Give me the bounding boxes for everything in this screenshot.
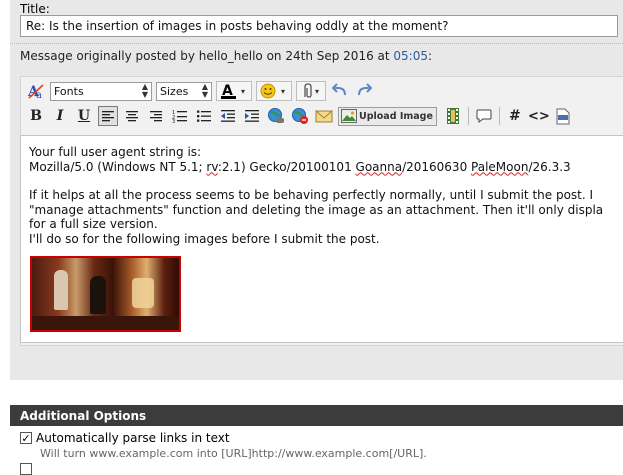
size-select[interactable]: Sizes ▲ ▼	[156, 81, 212, 101]
additional-options-header: Additional Options	[10, 405, 623, 426]
message-line: If it helps at all the process seems to …	[29, 188, 594, 202]
html-icon[interactable]: <>	[528, 106, 550, 126]
align-right-icon[interactable]	[146, 106, 166, 126]
align-left-icon[interactable]	[98, 106, 118, 126]
toolbar-separator	[498, 107, 500, 125]
inserted-image-thumbnail[interactable]	[30, 256, 181, 332]
original-post-prefix: Message originally posted by hello_hello…	[20, 49, 394, 63]
bold-icon[interactable]: B	[26, 106, 46, 126]
code-icon[interactable]: #	[505, 106, 525, 126]
svg-text:3: 3	[172, 119, 175, 123]
title-input[interactable]	[20, 15, 618, 37]
attachment-select[interactable]: ▾	[296, 81, 326, 101]
ordered-list-icon[interactable]: 123	[170, 106, 190, 126]
insert-video-icon[interactable]	[443, 106, 463, 126]
underline-icon[interactable]: U	[74, 106, 94, 126]
svg-text:▾: ▾	[315, 87, 319, 96]
code-label: #	[509, 108, 521, 124]
redo-icon[interactable]	[354, 81, 374, 101]
unordered-list-icon[interactable]	[194, 106, 214, 126]
message-textarea[interactable]: Your full user agent string is: Mozilla/…	[20, 135, 623, 343]
indent-icon[interactable]	[242, 106, 262, 126]
editor-toolbar-top: Aa Fonts ▲ ▼ Sizes ▲ ▼ A ▾ ▾ ▾	[26, 80, 378, 102]
quote-icon[interactable]	[474, 106, 494, 126]
undo-icon[interactable]	[330, 81, 350, 101]
original-post-info: Message originally posted by hello_hello…	[20, 49, 432, 63]
message-line: Your full user agent string is:	[29, 145, 202, 159]
font-select[interactable]: Fonts ▲ ▼	[50, 81, 152, 101]
remove-format-icon[interactable]: Aa	[26, 81, 46, 101]
editor-toolbar-bottom: B I U 123 Upload Image # <>	[26, 105, 577, 127]
chevron-updown-icon: ▲ ▼	[201, 82, 208, 99]
next-option	[20, 463, 36, 475]
message-line: I'll do so for the following images befo…	[29, 231, 380, 246]
upload-image-button[interactable]: Upload Image	[338, 106, 437, 126]
insert-link-icon[interactable]	[266, 106, 286, 126]
parse-links-option: ✓ Automatically parse links in text	[20, 431, 230, 445]
additional-options-heading: Additional Options	[20, 408, 147, 423]
title-label: Title:	[20, 2, 50, 16]
html-label: <>	[528, 108, 550, 124]
parse-links-description: Will turn www.example.com into [URL]http…	[40, 447, 427, 460]
original-post-time: 05:05	[393, 49, 428, 63]
remove-link-icon[interactable]	[290, 106, 310, 126]
message-line: for a full size version.	[29, 217, 158, 231]
text-color-select[interactable]: A ▾	[216, 81, 252, 101]
italic-icon[interactable]: I	[50, 106, 70, 126]
smiley-select[interactable]: ▾	[256, 81, 292, 101]
svg-text:▾: ▾	[241, 87, 245, 96]
toolbar-separator	[467, 107, 469, 125]
message-line: Mozilla/5.0 (Windows NT 5.1; rv:2.1) Gec…	[29, 159, 571, 174]
message-line: "manage attachments" function and deleti…	[29, 202, 604, 217]
email-icon[interactable]	[314, 106, 334, 126]
parse-links-checkbox[interactable]: ✓	[20, 432, 32, 444]
upload-image-label: Upload Image	[359, 110, 433, 122]
php-icon[interactable]	[553, 106, 573, 126]
font-select-label: Fonts	[54, 84, 84, 98]
svg-text:▾: ▾	[281, 87, 285, 96]
outdent-icon[interactable]	[218, 106, 238, 126]
divider	[10, 43, 623, 44]
size-select-label: Sizes	[160, 84, 189, 98]
align-center-icon[interactable]	[122, 106, 142, 126]
message-content: Your full user agent string is: Mozilla/…	[29, 145, 623, 246]
original-post-suffix: :	[428, 49, 433, 63]
chevron-updown-icon: ▲ ▼	[141, 82, 148, 99]
parse-links-label: Automatically parse links in text	[36, 431, 230, 445]
next-option-checkbox[interactable]	[20, 463, 32, 475]
